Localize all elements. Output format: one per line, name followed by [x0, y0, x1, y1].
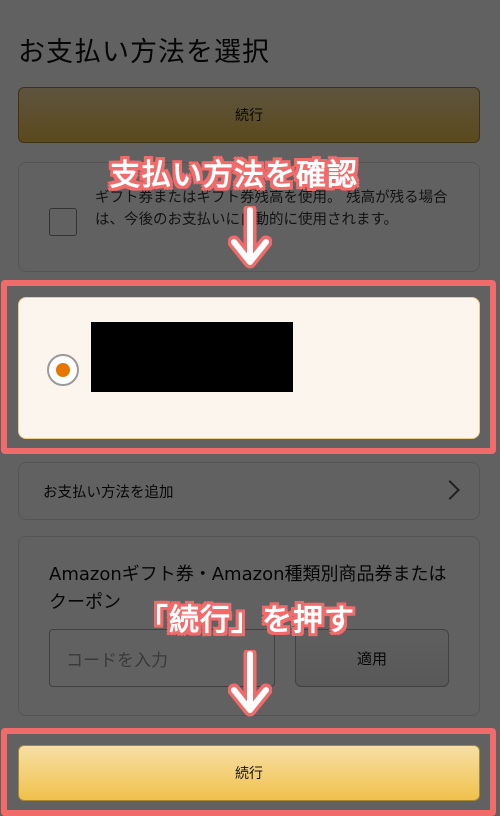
add-payment-method-row[interactable]: お支払い方法を追加	[18, 462, 480, 520]
continue-button-bottom[interactable]: 続行	[18, 745, 480, 801]
down-arrow-icon	[228, 206, 272, 269]
continue-button-top[interactable]: 続行	[18, 87, 480, 143]
annotation-step2: 「続行」を押す	[138, 603, 355, 638]
radio-selected-dot	[56, 363, 70, 377]
chevron-right-icon	[440, 480, 460, 500]
payment-method-card-highlighted[interactable]	[18, 297, 480, 439]
payment-radio-button[interactable]	[47, 354, 79, 386]
annotation-step1: 支払い方法を確認	[110, 158, 358, 193]
payment-method-highlight	[1, 280, 496, 454]
add-payment-label: お支払い方法を追加	[43, 484, 174, 501]
gift-balance-checkbox[interactable]	[49, 208, 77, 236]
redacted-card-details	[91, 322, 293, 392]
page-title: お支払い方法を選択	[18, 37, 270, 68]
down-arrow-icon	[228, 650, 272, 717]
